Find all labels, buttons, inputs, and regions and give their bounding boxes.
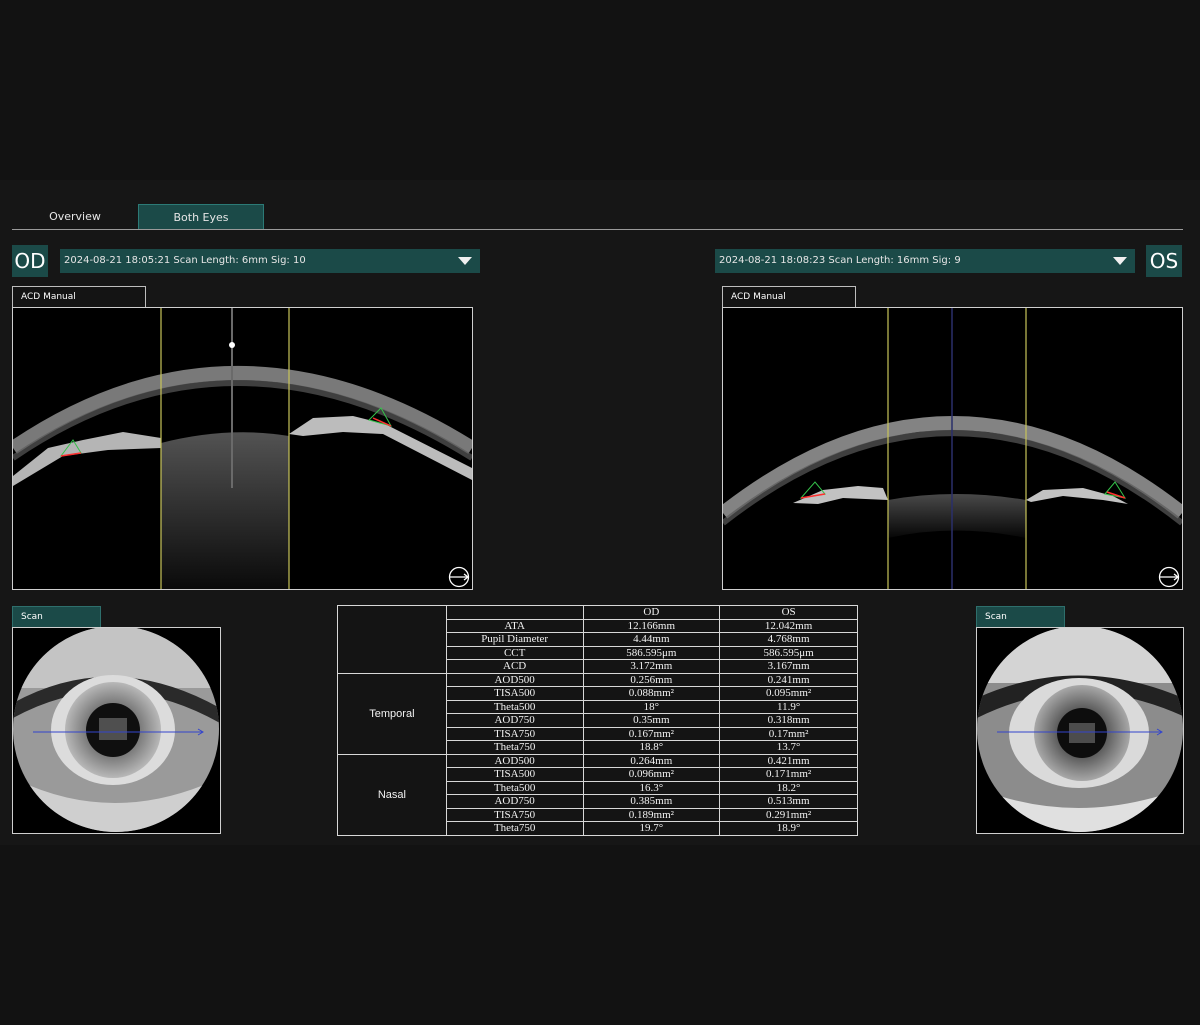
os-value: 0.17mm² (719, 726, 858, 741)
measure-label: Theta750 (445, 740, 584, 755)
os-eye-badge: OS (1146, 245, 1182, 277)
measure-label: ATA (445, 618, 584, 633)
measure-label: Pupil Diameter (445, 632, 584, 647)
os-value: 13.7° (719, 740, 858, 755)
measurement-table-body: OD OS ATA 12.166mm 12.042mm Pupil Diameter 4… (337, 605, 858, 836)
os-value: 18.9° (719, 821, 858, 836)
os-nav-title: Scan Navigators (976, 606, 1065, 643)
od-value: 3.172mm (582, 659, 721, 674)
os-value: 11.9° (719, 699, 858, 714)
group-label: Temporal (337, 672, 447, 755)
rotate-direction-icon[interactable] (1158, 566, 1180, 588)
measure-label: Theta500 (445, 780, 584, 795)
od-oct-graphic (13, 308, 472, 589)
od-value: 0.189mm² (582, 807, 721, 822)
tab-overview[interactable]: Overview (36, 204, 114, 229)
app-window: Overview Both Eyes OD 2024-08-21 18:05:2… (0, 180, 1200, 845)
od-eye-photo (13, 628, 219, 832)
os-value: 0.318mm (719, 713, 858, 728)
table-row: Temporal AOD500 0.256mm 0.241mm (337, 672, 858, 755)
measure-label: AOD750 (445, 713, 584, 728)
rotate-direction-icon[interactable] (448, 566, 470, 588)
measure-label: TISA500 (445, 767, 584, 782)
od-oct-scan-image (12, 307, 473, 590)
od-value: 4.44mm (582, 632, 721, 647)
od-panel-title: ACD Manual Measurement (12, 286, 146, 323)
table-corner-cell (337, 605, 447, 674)
od-value: 0.088mm² (582, 686, 721, 701)
measure-label: TISA500 (445, 686, 584, 701)
group-label: Nasal (337, 753, 447, 836)
os-oct-graphic (723, 308, 1182, 589)
od-value: 18.8° (582, 740, 721, 755)
os-value: 4.768mm (719, 632, 858, 647)
os-value: 12.042mm (719, 618, 858, 633)
dropdown-caret-icon[interactable] (1113, 257, 1127, 265)
table-row: Nasal AOD500 0.264mm 0.421mm (337, 753, 858, 836)
os-eye-photo (977, 628, 1183, 832)
tab-divider (12, 229, 1183, 230)
od-value: 0.385mm (582, 794, 721, 809)
os-value: 0.421mm (719, 753, 858, 768)
od-scan-select[interactable]: 2024-08-21 18:05:21 Scan Length: 6mm Sig… (60, 249, 480, 273)
os-value: 0.171mm² (719, 767, 858, 782)
os-scan-navigator-image[interactable] (976, 627, 1184, 834)
measure-label: ACD (445, 659, 584, 674)
od-scan-navigator-image[interactable] (12, 627, 221, 834)
measure-label: Theta750 (445, 821, 584, 836)
tab-both-eyes[interactable]: Both Eyes (138, 204, 264, 230)
measurement-table: OD OS ATA 12.166mm 12.042mm Pupil Diameter 4… (337, 605, 858, 836)
column-header-os: OS (719, 605, 858, 620)
measure-label: Theta500 (445, 699, 584, 714)
os-value: 3.167mm (719, 659, 858, 674)
os-value: 18.2° (719, 780, 858, 795)
os-value: 0.291mm² (719, 807, 858, 822)
od-value: 12.166mm (582, 618, 721, 633)
od-value: 586.595μm (582, 645, 721, 660)
os-value: 586.595μm (719, 645, 858, 660)
os-value: 0.095mm² (719, 686, 858, 701)
os-oct-scan-image (722, 307, 1183, 590)
od-value: 0.264mm (582, 753, 721, 768)
measure-label: AOD500 (445, 672, 584, 687)
od-value: 0.096mm² (582, 767, 721, 782)
od-value: 16.3° (582, 780, 721, 795)
od-value: 19.7° (582, 821, 721, 836)
measure-label: AOD500 (445, 753, 584, 768)
od-value: 0.35mm (582, 713, 721, 728)
od-scan-info: 2024-08-21 18:05:21 Scan Length: 6mm Sig… (64, 255, 306, 266)
column-header-od: OD (582, 605, 721, 620)
measure-label: CCT (445, 645, 584, 660)
os-scan-select[interactable]: 2024-08-21 18:08:23 Scan Length: 16mm Si… (715, 249, 1135, 273)
measure-label: TISA750 (445, 726, 584, 741)
dropdown-caret-icon[interactable] (458, 257, 472, 265)
od-value: 0.256mm (582, 672, 721, 687)
os-value: 0.513mm (719, 794, 858, 809)
os-value: 0.241mm (719, 672, 858, 687)
os-panel-title: ACD Manual Measurement (722, 286, 856, 323)
measure-label: AOD750 (445, 794, 584, 809)
od-nav-title: Scan Navigators (12, 606, 101, 643)
od-eye-badge: OD (12, 245, 48, 277)
od-value: 0.167mm² (582, 726, 721, 741)
os-scan-info: 2024-08-21 18:08:23 Scan Length: 16mm Si… (719, 255, 961, 266)
column-header-blank (445, 605, 584, 620)
od-value: 18° (582, 699, 721, 714)
table-header-row: OD OS (337, 605, 858, 674)
measure-label: TISA750 (445, 807, 584, 822)
